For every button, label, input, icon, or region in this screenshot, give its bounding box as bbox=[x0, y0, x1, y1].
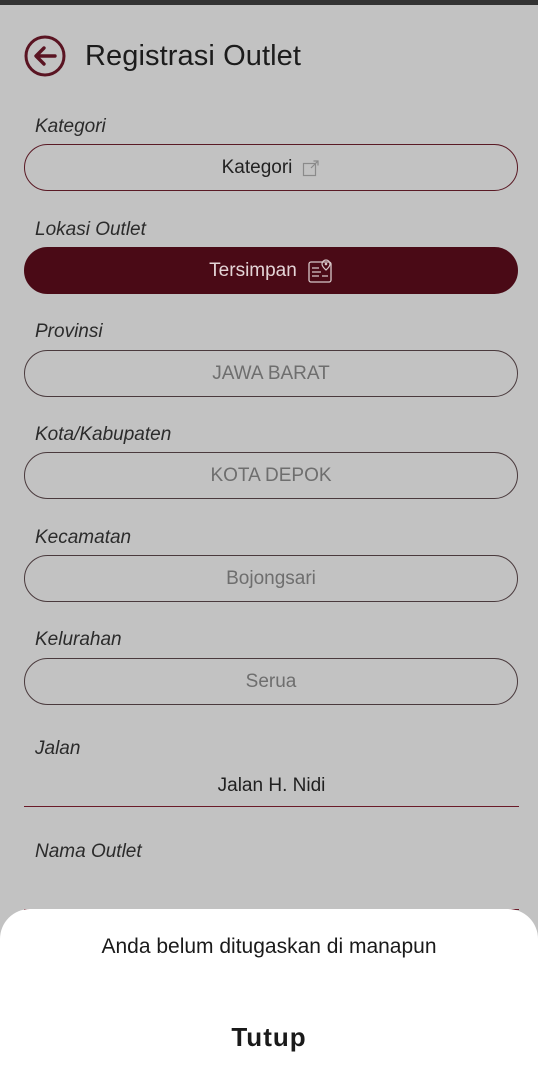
nama-outlet-label: Nama Outlet bbox=[35, 841, 142, 862]
kategori-value: Kategori bbox=[221, 156, 293, 178]
external-link-icon bbox=[303, 159, 319, 176]
lokasi-outlet-button[interactable]: Tersimpan bbox=[24, 247, 518, 294]
dialog-message: Anda belum ditugaskan di manapun bbox=[101, 935, 437, 958]
kota-label: Kota/Kabupaten bbox=[35, 424, 172, 445]
kelurahan-field[interactable]: Serua bbox=[24, 658, 518, 705]
kota-kabupaten-field[interactable]: KOTA DEPOK bbox=[24, 452, 518, 499]
provinsi-field[interactable]: JAWA BARAT bbox=[24, 350, 518, 397]
kelurahan-label: Kelurahan bbox=[35, 629, 122, 650]
lokasi-value: Tersimpan bbox=[209, 259, 297, 281]
bottom-sheet-dialog: Anda belum ditugaskan di manapun Tutup bbox=[0, 909, 538, 1089]
kategori-label: Kategori bbox=[35, 116, 106, 137]
kategori-select-button[interactable]: Kategori bbox=[24, 144, 518, 191]
kecamatan-field[interactable]: Bojongsari bbox=[24, 555, 518, 602]
app-header: Registrasi Outlet bbox=[24, 34, 301, 78]
kecamatan-label: Kecamatan bbox=[35, 527, 132, 548]
lokasi-label: Lokasi Outlet bbox=[35, 219, 146, 240]
provinsi-label: Provinsi bbox=[35, 321, 103, 342]
close-button[interactable]: Tutup bbox=[169, 1015, 369, 1059]
jalan-input[interactable]: Jalan H. Nidi bbox=[24, 766, 519, 807]
back-arrow-icon[interactable] bbox=[24, 35, 66, 77]
page-title: Registrasi Outlet bbox=[85, 39, 302, 72]
status-bar bbox=[0, 0, 538, 5]
jalan-label: Jalan bbox=[35, 738, 81, 759]
nama-outlet-input[interactable] bbox=[24, 869, 519, 910]
map-pin-icon bbox=[308, 258, 332, 283]
